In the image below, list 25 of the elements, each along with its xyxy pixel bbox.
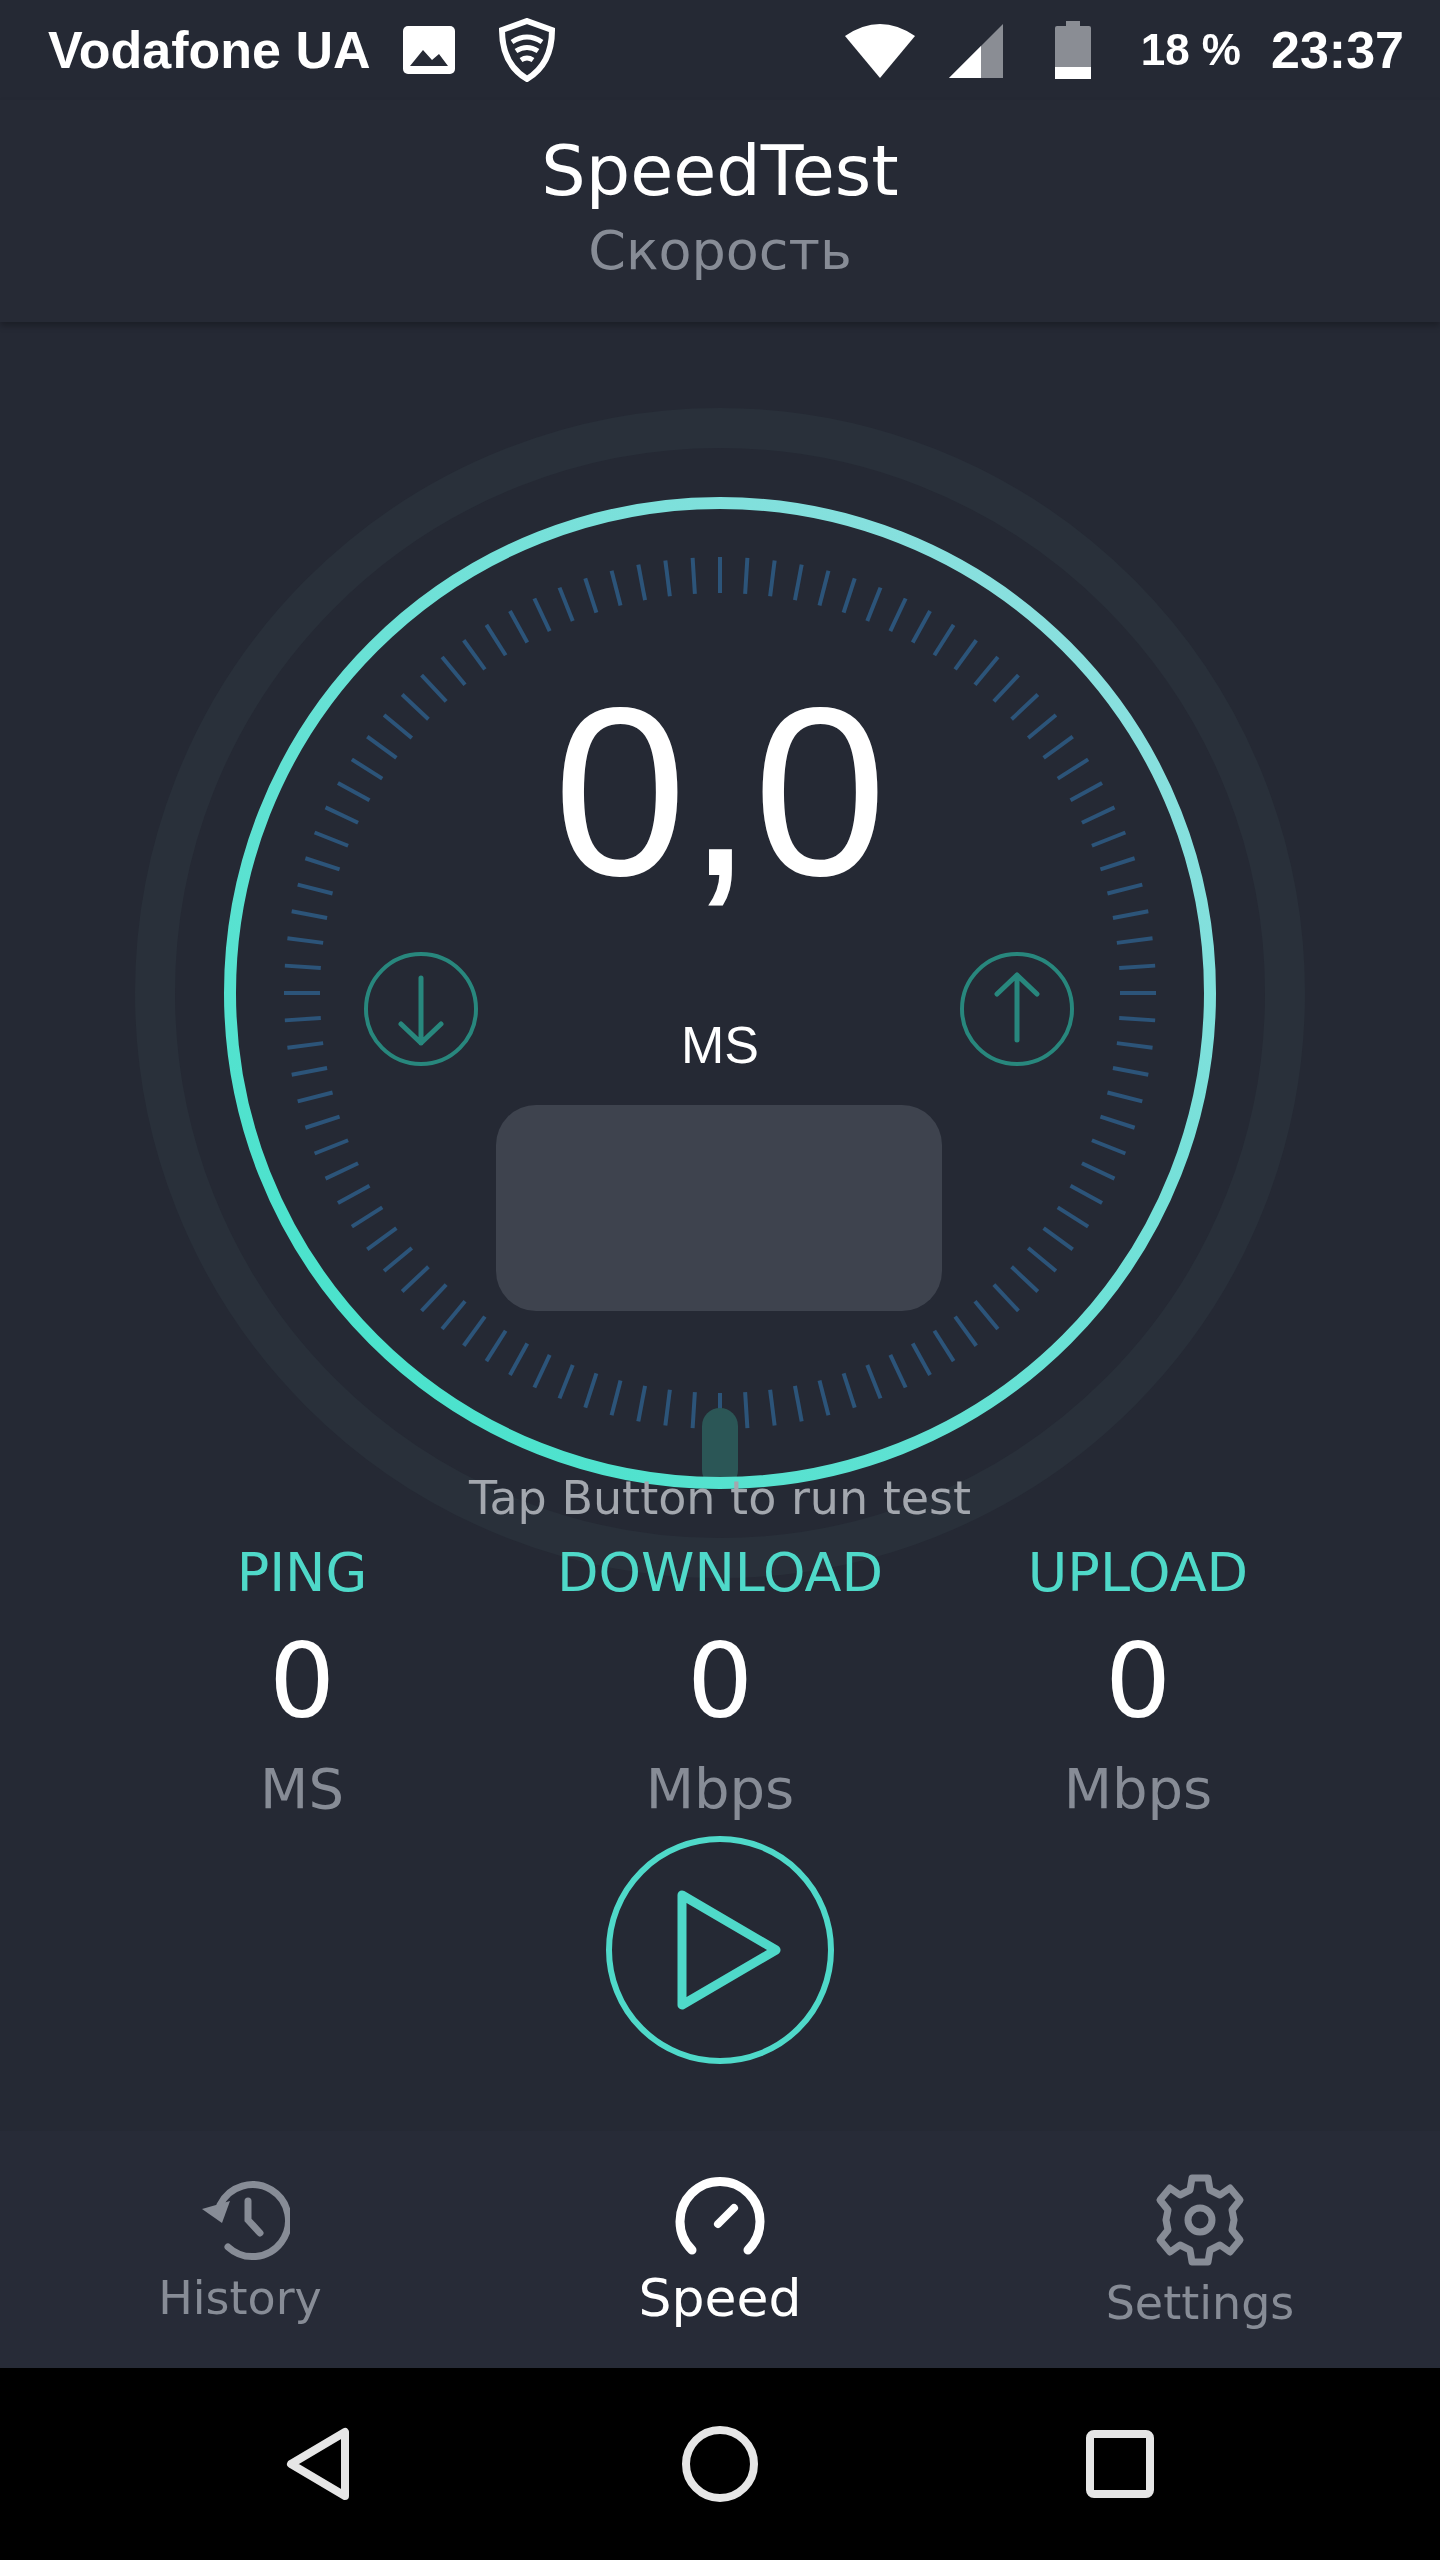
app-title: SpeedTest	[541, 129, 899, 214]
stat-unit: Mbps	[645, 1755, 795, 1823]
stat-unit: Mbps	[1063, 1755, 1213, 1823]
gauge-unit: MS	[681, 1015, 759, 1075]
battery-percent: 18 %	[1140, 25, 1241, 75]
nav-tab[interactable]: Settings	[960, 2131, 1440, 2368]
clock-time: 23:37	[1271, 20, 1404, 80]
stat-value: 0	[686, 1622, 754, 1740]
stat-label: UPLOAD	[1027, 1540, 1249, 1606]
hint-text: Tap Button to run test	[468, 1470, 972, 1526]
app-subtitle: Скорость	[588, 218, 852, 284]
carrier-name: Vodafone UA	[48, 20, 371, 80]
image-icon	[400, 24, 457, 76]
play-button[interactable]	[606, 1836, 834, 2064]
wifi-icon	[842, 22, 917, 78]
shield-icon	[496, 18, 557, 82]
stat-value: 0	[1104, 1622, 1172, 1740]
gauge-value: 0,0	[552, 657, 888, 928]
stat-value: 0	[268, 1622, 336, 1740]
battery-icon	[1054, 21, 1091, 79]
stat-label: DOWNLOAD	[556, 1540, 884, 1606]
nav-tab[interactable]: Speed	[480, 2131, 960, 2368]
nav-tab[interactable]: History	[0, 2131, 480, 2368]
stat-label: PING	[236, 1540, 368, 1606]
stat-unit: MS	[260, 1755, 344, 1823]
